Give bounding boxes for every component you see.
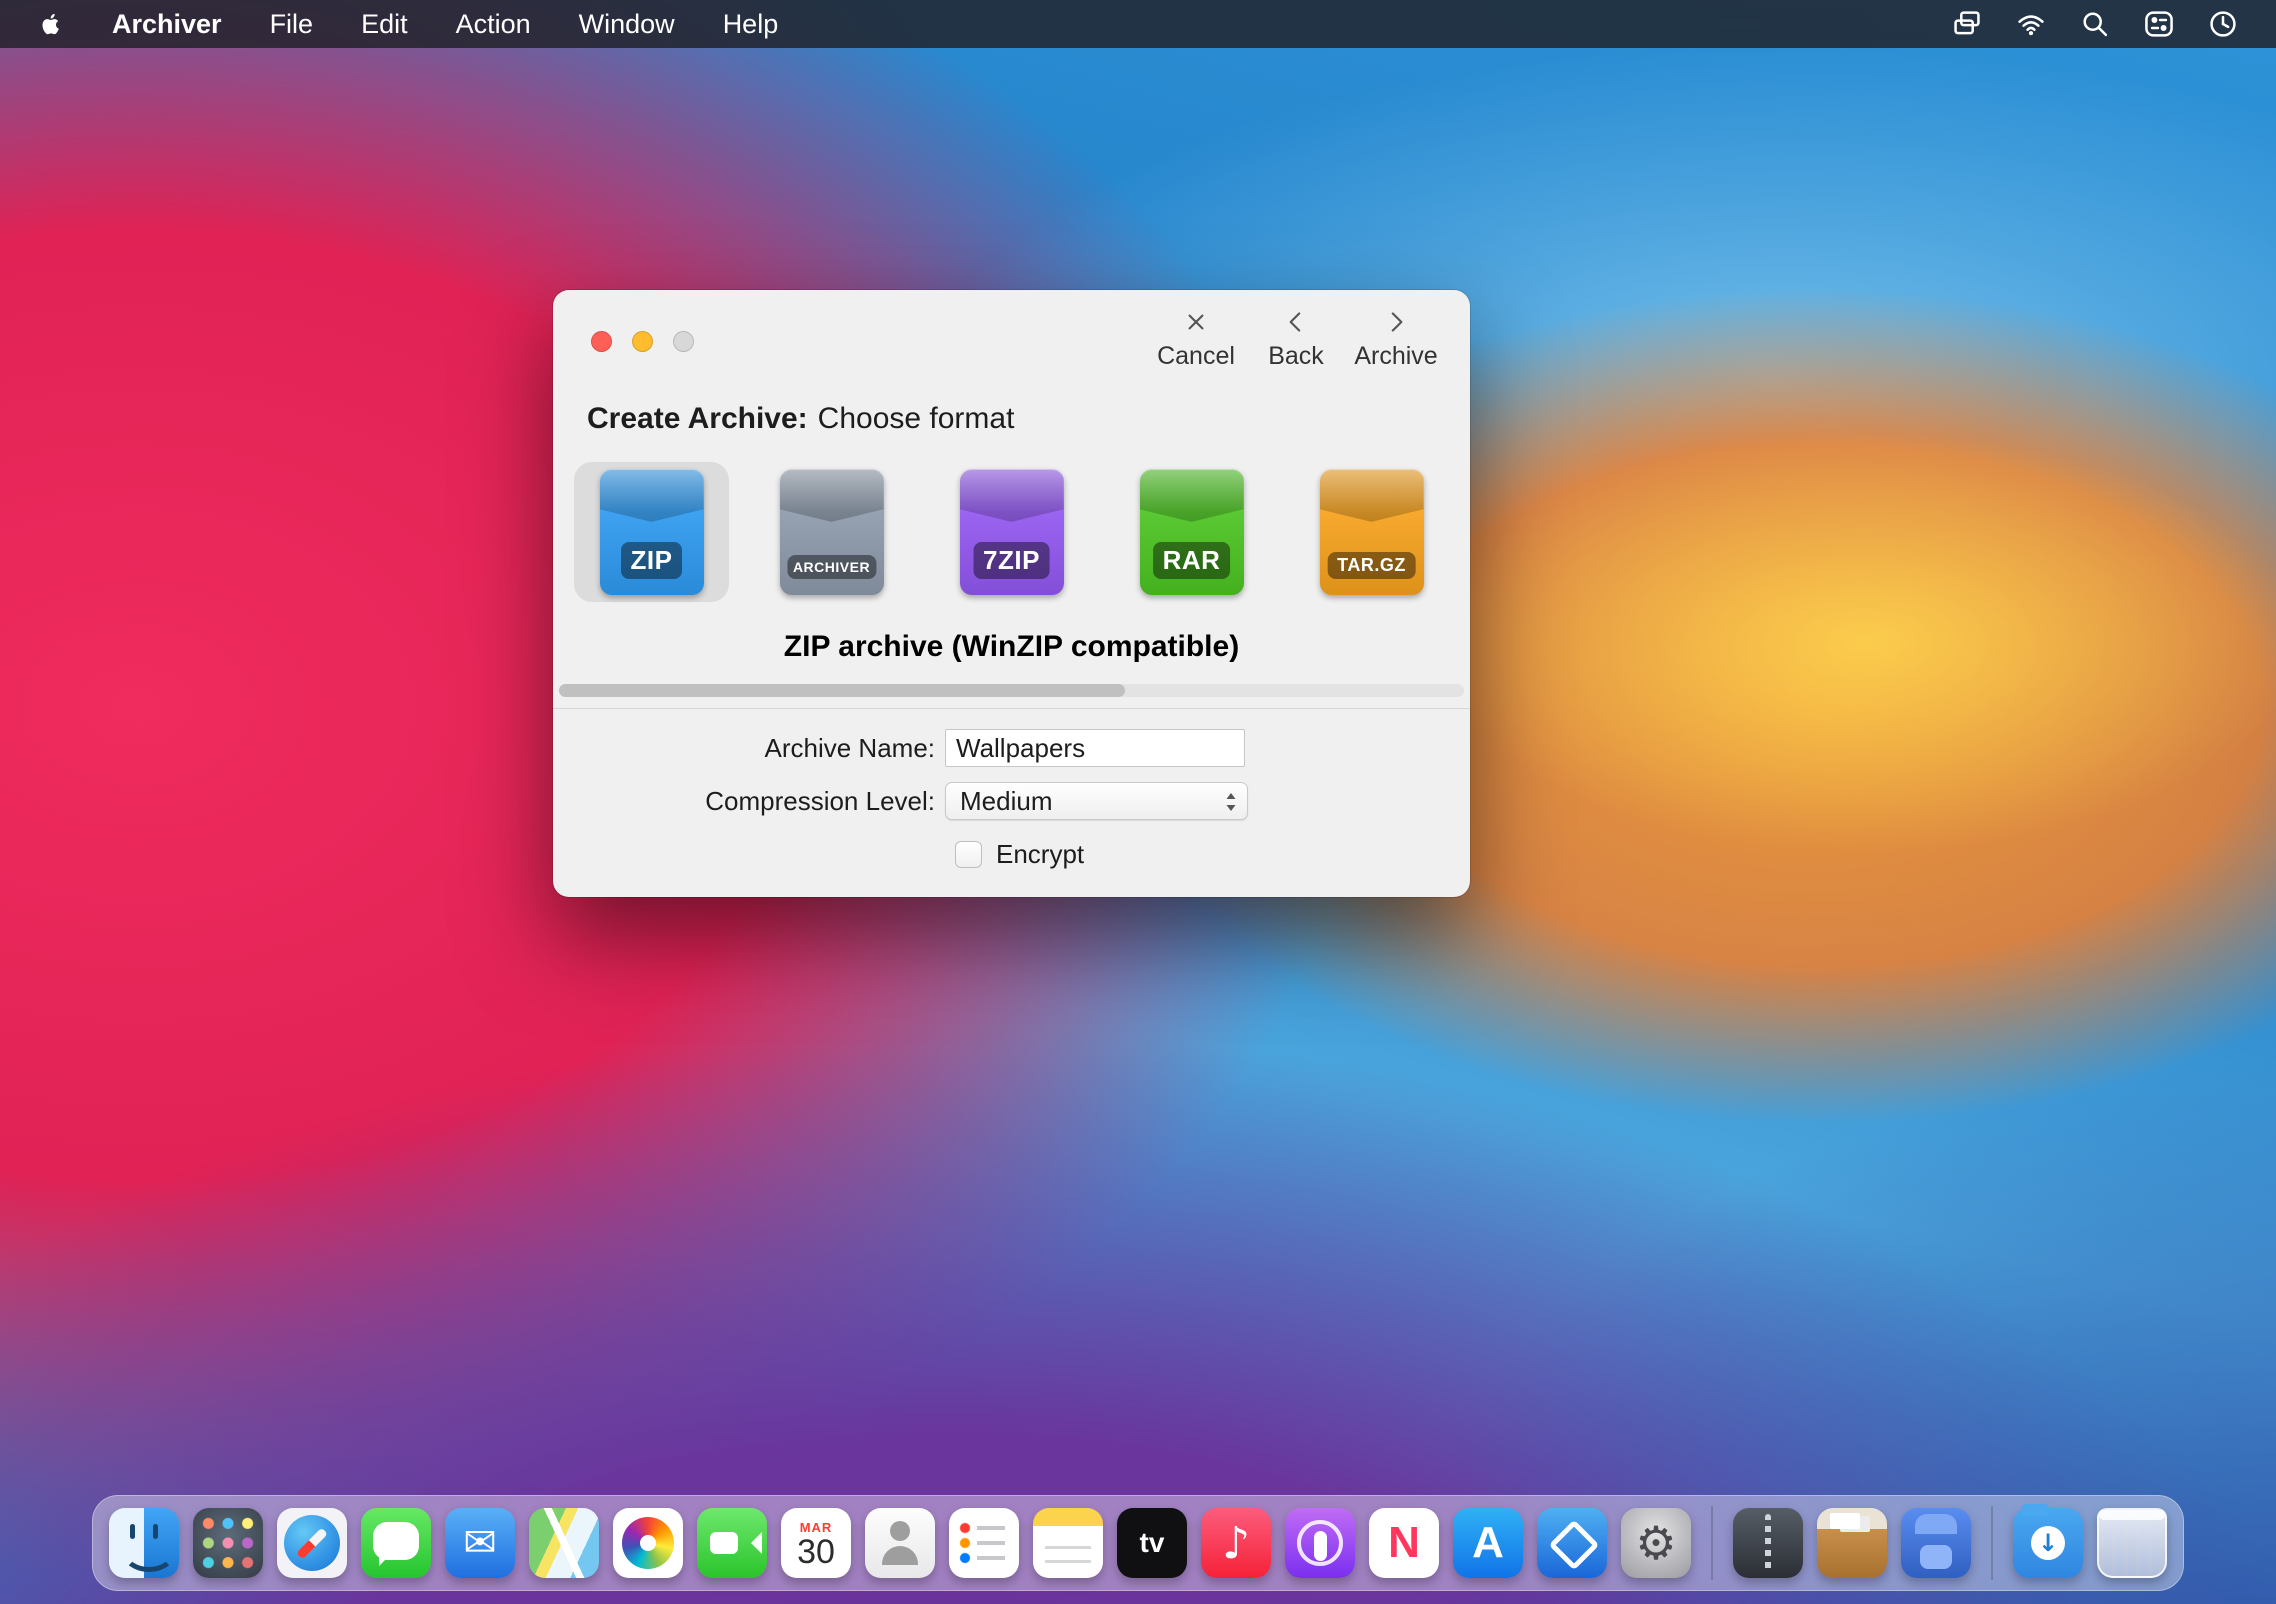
format-tile-targz[interactable]: TAR.GZ (1294, 462, 1449, 602)
page-title-rest: Choose format (818, 402, 1015, 435)
dock-news-icon[interactable]: N (1369, 1508, 1439, 1578)
menu-window[interactable]: Window (555, 0, 699, 48)
page-title-bold: Create Archive: (587, 402, 808, 435)
dock-reminders-icon[interactable] (949, 1508, 1019, 1578)
format-tile-archiver[interactable]: ARCHIVER (754, 462, 909, 602)
dock-notes-icon[interactable] (1033, 1508, 1103, 1578)
archive-name-field[interactable] (945, 729, 1245, 767)
archive-button-label: Archive (1354, 342, 1437, 371)
dock-appstore-icon[interactable]: A (1453, 1508, 1523, 1578)
section-divider (553, 708, 1470, 709)
select-chevrons-icon (1223, 789, 1239, 815)
close-window-button[interactable] (591, 331, 612, 352)
music-note-icon: ♪ (1201, 1508, 1271, 1578)
traffic-lights (591, 331, 694, 352)
appstore-glyph: A (1453, 1508, 1523, 1578)
archive-button[interactable]: Archive (1346, 306, 1446, 371)
dock-system-preferences-icon[interactable]: ⚙ (1621, 1508, 1691, 1578)
zip-format-label: ZIP (621, 542, 683, 579)
dock-downloads-icon[interactable]: ↓ (2013, 1508, 2083, 1578)
dock-archiver-app-icon[interactable] (1537, 1508, 1607, 1578)
compression-level-select[interactable]: Medium (945, 782, 1248, 820)
format-tile-zip[interactable]: ZIP (574, 462, 729, 602)
format-tile-rar[interactable]: RAR (1114, 462, 1269, 602)
dock-calendar-icon[interactable]: MAR 30 (781, 1508, 851, 1578)
rar-format-icon: RAR (1140, 469, 1244, 595)
encrypt-checkbox[interactable] (955, 841, 982, 868)
minimize-window-button[interactable] (632, 331, 653, 352)
zip-format-icon: ZIP (600, 469, 704, 595)
cancel-button[interactable]: Cancel (1146, 306, 1246, 371)
sevenzip-format-icon: 7ZIP (960, 469, 1064, 595)
dock: ✉ MAR 30 tv ♪ N A ⚙ ↓ (92, 1495, 2184, 1591)
wifi-icon[interactable] (2008, 0, 2054, 48)
zoom-window-button[interactable] (673, 331, 694, 352)
menu-app-name[interactable]: Archiver (88, 0, 246, 48)
cancel-x-icon (1180, 306, 1212, 338)
dock-separator (1991, 1506, 1993, 1580)
dock-safari-icon[interactable] (277, 1508, 347, 1578)
dock-launchpad-icon[interactable] (193, 1508, 263, 1578)
horizontal-scrollbar-track[interactable] (559, 684, 1464, 697)
dock-backpack-app-icon[interactable] (1901, 1508, 1971, 1578)
dock-appletv-icon[interactable]: tv (1117, 1508, 1187, 1578)
window-toolbar: Cancel Back Archive (1146, 306, 1446, 371)
format-tile-7zip[interactable]: 7ZIP (934, 462, 1089, 602)
menu-bar: Archiver File Edit Action Window Help (0, 0, 2276, 48)
archiver-format-icon: ARCHIVER (780, 469, 884, 595)
targz-format-icon: TAR.GZ (1320, 469, 1424, 595)
download-arrow-icon: ↓ (2031, 1526, 2065, 1560)
encrypt-label[interactable]: Encrypt (996, 839, 1084, 870)
dock-photos-icon[interactable] (613, 1508, 683, 1578)
horizontal-scrollbar-thumb[interactable] (559, 684, 1125, 697)
app-windows-icon[interactable] (1944, 0, 1990, 48)
chevron-left-icon (1280, 306, 1312, 338)
dock-contacts-icon[interactable] (865, 1508, 935, 1578)
archiver-format-label: ARCHIVER (787, 555, 876, 579)
back-button[interactable]: Back (1246, 306, 1346, 371)
format-list: ZIP ARCHIVER 7ZIP RAR TAR.GZ (553, 462, 1470, 602)
page-title: Create Archive: Choose format (587, 402, 1014, 436)
back-button-label: Back (1268, 342, 1324, 371)
sevenzip-format-label: 7ZIP (973, 542, 1050, 579)
news-glyph: N (1369, 1508, 1439, 1578)
create-archive-window: Cancel Back Archive Create Archive: Choos… (553, 290, 1470, 897)
dock-separator (1711, 1506, 1713, 1580)
envelope-icon: ✉ (445, 1508, 515, 1578)
tv-glyph: tv (1117, 1508, 1187, 1578)
dock-podcasts-icon[interactable] (1285, 1508, 1355, 1578)
menu-action[interactable]: Action (432, 0, 555, 48)
clock-icon[interactable] (2200, 0, 2246, 48)
archive-name-label: Archive Name: (553, 733, 945, 764)
dock-messages-icon[interactable] (361, 1508, 431, 1578)
dock-music-icon[interactable]: ♪ (1201, 1508, 1271, 1578)
dock-mail-icon[interactable]: ✉ (445, 1508, 515, 1578)
dock-trash-icon[interactable] (2097, 1508, 2167, 1578)
cancel-button-label: Cancel (1157, 342, 1235, 371)
search-icon[interactable] (2072, 0, 2118, 48)
dock-finder-icon[interactable] (109, 1508, 179, 1578)
dock-maps-icon[interactable] (529, 1508, 599, 1578)
menu-file[interactable]: File (246, 0, 338, 48)
compression-level-value: Medium (960, 786, 1052, 817)
gear-icon: ⚙ (1621, 1508, 1691, 1578)
calendar-day-label: 30 (797, 1535, 835, 1569)
desktop: Archiver File Edit Action Window Help (0, 0, 2276, 1604)
format-description: ZIP archive (WinZIP compatible) (553, 630, 1470, 664)
dock-facetime-icon[interactable] (697, 1508, 767, 1578)
control-center-icon[interactable] (2136, 0, 2182, 48)
menu-help[interactable]: Help (699, 0, 803, 48)
menu-edit[interactable]: Edit (337, 0, 432, 48)
dock-box-archiver-icon[interactable] (1817, 1508, 1887, 1578)
compression-level-label: Compression Level: (553, 786, 945, 817)
targz-format-label: TAR.GZ (1327, 552, 1416, 579)
chevron-right-icon (1380, 306, 1412, 338)
dock-archive-utility-icon[interactable] (1733, 1508, 1803, 1578)
apple-menu-icon[interactable] (34, 7, 68, 41)
rar-format-label: RAR (1153, 542, 1231, 579)
